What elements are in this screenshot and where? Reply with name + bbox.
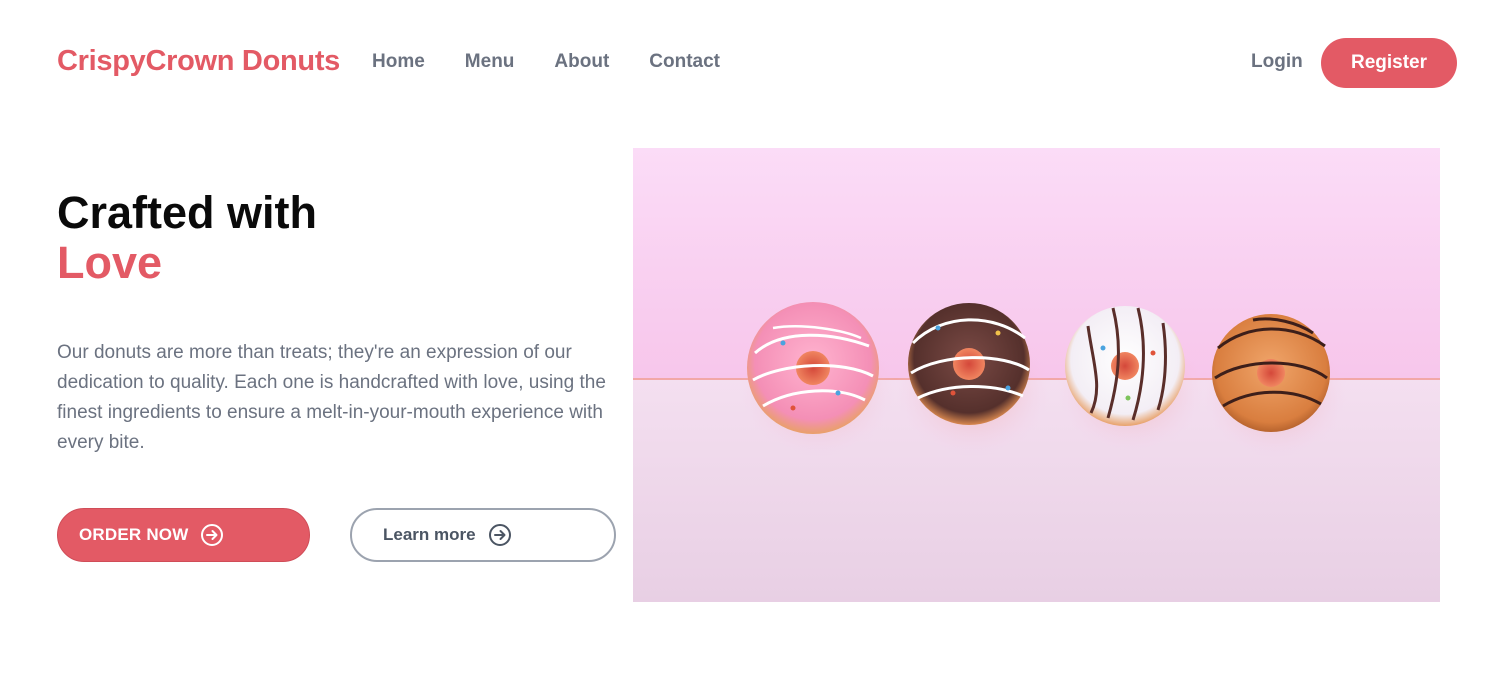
brand-logo[interactable]: CrispyCrown Donuts [57, 45, 340, 78]
nav-link-home[interactable]: Home [372, 51, 425, 73]
arrow-right-circle-icon [201, 524, 224, 546]
hero-title: Crafted with Love [57, 188, 317, 288]
hero-description: Our donuts are more than treats; they're… [57, 342, 606, 453]
nav-link-about[interactable]: About [554, 51, 609, 73]
top-navigation: CrispyCrown Donuts Home Menu About Conta… [0, 0, 1490, 126]
nav-link-contact[interactable]: Contact [649, 51, 720, 73]
nav-links: Home Menu About Contact [372, 51, 720, 73]
arrow-right-circle-icon [488, 524, 511, 546]
hero-donut-image [633, 148, 1440, 602]
donuts-photo [633, 148, 1440, 602]
learn-more-button[interactable]: Learn more [350, 508, 616, 562]
learn-more-label: Learn more [383, 525, 476, 544]
order-now-label: ORDER NOW [79, 525, 189, 544]
nav-link-menu[interactable]: Menu [465, 51, 515, 73]
register-button[interactable]: Register [1321, 38, 1457, 88]
hero-title-accent: Love [57, 237, 163, 288]
order-now-button[interactable]: ORDER NOW [57, 508, 310, 562]
hero-title-line1: Crafted with [57, 187, 318, 238]
login-link[interactable]: Login [1251, 51, 1303, 73]
